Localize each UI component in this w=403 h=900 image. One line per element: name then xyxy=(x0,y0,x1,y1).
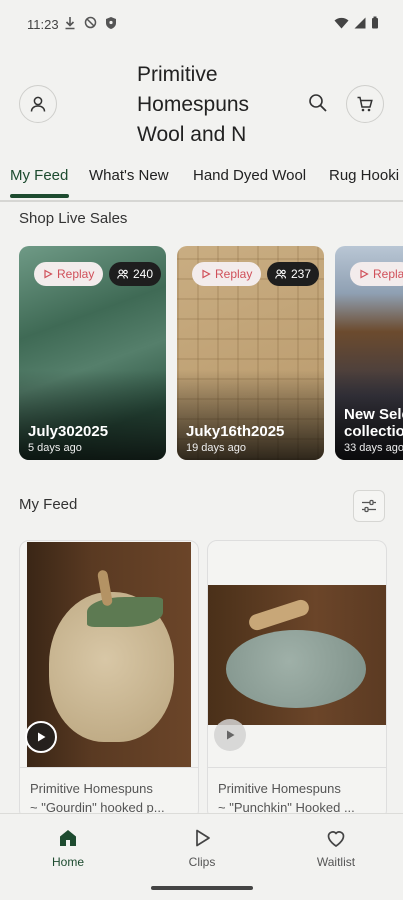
viewer-count-badge: 240 xyxy=(109,262,162,286)
battery-icon xyxy=(372,16,378,29)
live-sale-card[interactable]: Replay 240 July302025 5 days ago xyxy=(19,246,166,460)
cart-button[interactable] xyxy=(346,85,384,123)
play-video-button[interactable] xyxy=(25,721,57,753)
live-sale-card[interactable]: Replay 237 Juky16th2025 19 days ago xyxy=(177,246,324,460)
sliders-icon xyxy=(362,499,376,513)
play-icon xyxy=(227,730,235,740)
live-sale-ago: 5 days ago xyxy=(28,442,82,454)
play-icon xyxy=(38,732,46,742)
gesture-bar[interactable] xyxy=(151,886,253,890)
viewers-icon xyxy=(275,269,287,279)
feed-heading: My Feed xyxy=(19,496,78,513)
category-tabs: My Feed What's New Hand Dyed Wool Rug Ho… xyxy=(0,164,403,202)
account-button[interactable] xyxy=(19,85,57,123)
heart-icon xyxy=(327,831,345,847)
viewer-count: 240 xyxy=(133,267,154,281)
shield-icon xyxy=(106,17,116,29)
tab-whats-new[interactable]: What's New xyxy=(89,167,169,184)
viewer-count: 237 xyxy=(291,267,312,281)
shop-title-line: Primitive xyxy=(137,63,218,86)
live-sales-heading: Shop Live Sales xyxy=(19,210,128,227)
status-system-icons xyxy=(334,16,379,29)
play-icon xyxy=(196,829,210,847)
shop-title: Primitive Homespuns Wool and N xyxy=(137,60,287,150)
signal-icon xyxy=(354,17,366,28)
viewers-icon xyxy=(117,269,129,279)
live-sale-ago: 33 days ago xyxy=(344,442,403,454)
pumpkin-shape xyxy=(226,630,366,708)
replay-badge: Replay xyxy=(34,262,104,286)
download-icon xyxy=(65,17,75,30)
status-notification-icons xyxy=(64,16,117,30)
live-sale-name: Juky16th2025 xyxy=(186,423,285,440)
stem-shape xyxy=(247,597,311,633)
shop-title-line: Wool and N xyxy=(137,123,247,146)
card-divider xyxy=(208,767,386,768)
live-sale-name: collectio xyxy=(344,423,403,440)
live-sale-card[interactable]: Repla New Sele collectio 33 days ago xyxy=(335,246,403,460)
play-video-button[interactable] xyxy=(214,719,246,751)
shop-title-line: Homespuns xyxy=(137,93,250,116)
feed-card[interactable]: Primitive Homespuns ~ "Gourdin" hooked p… xyxy=(19,540,199,820)
filter-button[interactable] xyxy=(353,490,385,522)
feed-card-shop: Primitive Homespuns xyxy=(218,781,341,796)
status-time: 11:23 xyxy=(27,17,59,32)
card-divider xyxy=(20,767,198,768)
live-sale-ago: 19 days ago xyxy=(186,442,246,454)
search-button[interactable] xyxy=(307,92,329,119)
nav-clips-label: Clips xyxy=(188,855,216,869)
cart-icon xyxy=(357,96,373,112)
search-icon xyxy=(309,94,327,112)
live-sale-name: July302025 xyxy=(28,423,109,440)
dnd-icon xyxy=(84,16,97,29)
replay-label: Replay xyxy=(57,267,95,281)
status-bar: 11:23 xyxy=(0,0,403,48)
replay-label: Repla xyxy=(373,267,403,281)
tab-hand-dyed-wool[interactable]: Hand Dyed Wool xyxy=(193,167,306,184)
home-icon xyxy=(60,830,76,846)
active-tab-indicator xyxy=(10,194,69,198)
replay-label: Replay xyxy=(215,267,253,281)
wifi-icon xyxy=(334,17,349,28)
replay-badge: Repla xyxy=(350,262,403,286)
viewer-count-badge: 237 xyxy=(267,262,320,286)
play-outline-icon xyxy=(44,269,53,279)
play-outline-icon xyxy=(202,269,211,279)
feed-card-shop: Primitive Homespuns xyxy=(30,781,153,796)
nav-waitlist-label: Waitlist xyxy=(316,855,356,869)
feed-image xyxy=(208,585,386,725)
live-sale-name: New Sele xyxy=(344,406,403,423)
leaf-shape xyxy=(87,597,163,627)
tab-my-feed[interactable]: My Feed xyxy=(10,167,68,184)
replay-badge: Replay xyxy=(192,262,262,286)
tab-rug-hooking[interactable]: Rug Hooki xyxy=(329,167,399,184)
feed-card[interactable]: Primitive Homespuns ~ "Punchkin" Hooked … xyxy=(207,540,387,820)
person-icon xyxy=(30,96,46,112)
play-outline-icon xyxy=(360,269,369,279)
nav-home-label: Home xyxy=(51,855,84,869)
